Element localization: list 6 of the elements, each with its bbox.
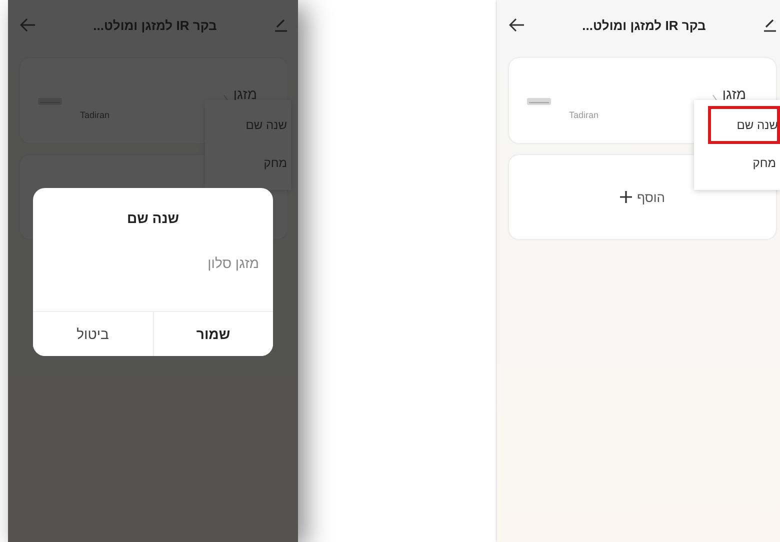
device-name: מזגן <box>233 86 257 102</box>
screen-title: בקר IR למזגן ומולט... <box>581 18 707 32</box>
device-name: מזגן <box>722 86 746 102</box>
device-brand: Tadiran <box>569 109 599 120</box>
dialog-title: שנה שם <box>126 209 180 226</box>
screen-title: בקר IR למזגן ומולט... <box>92 18 218 32</box>
